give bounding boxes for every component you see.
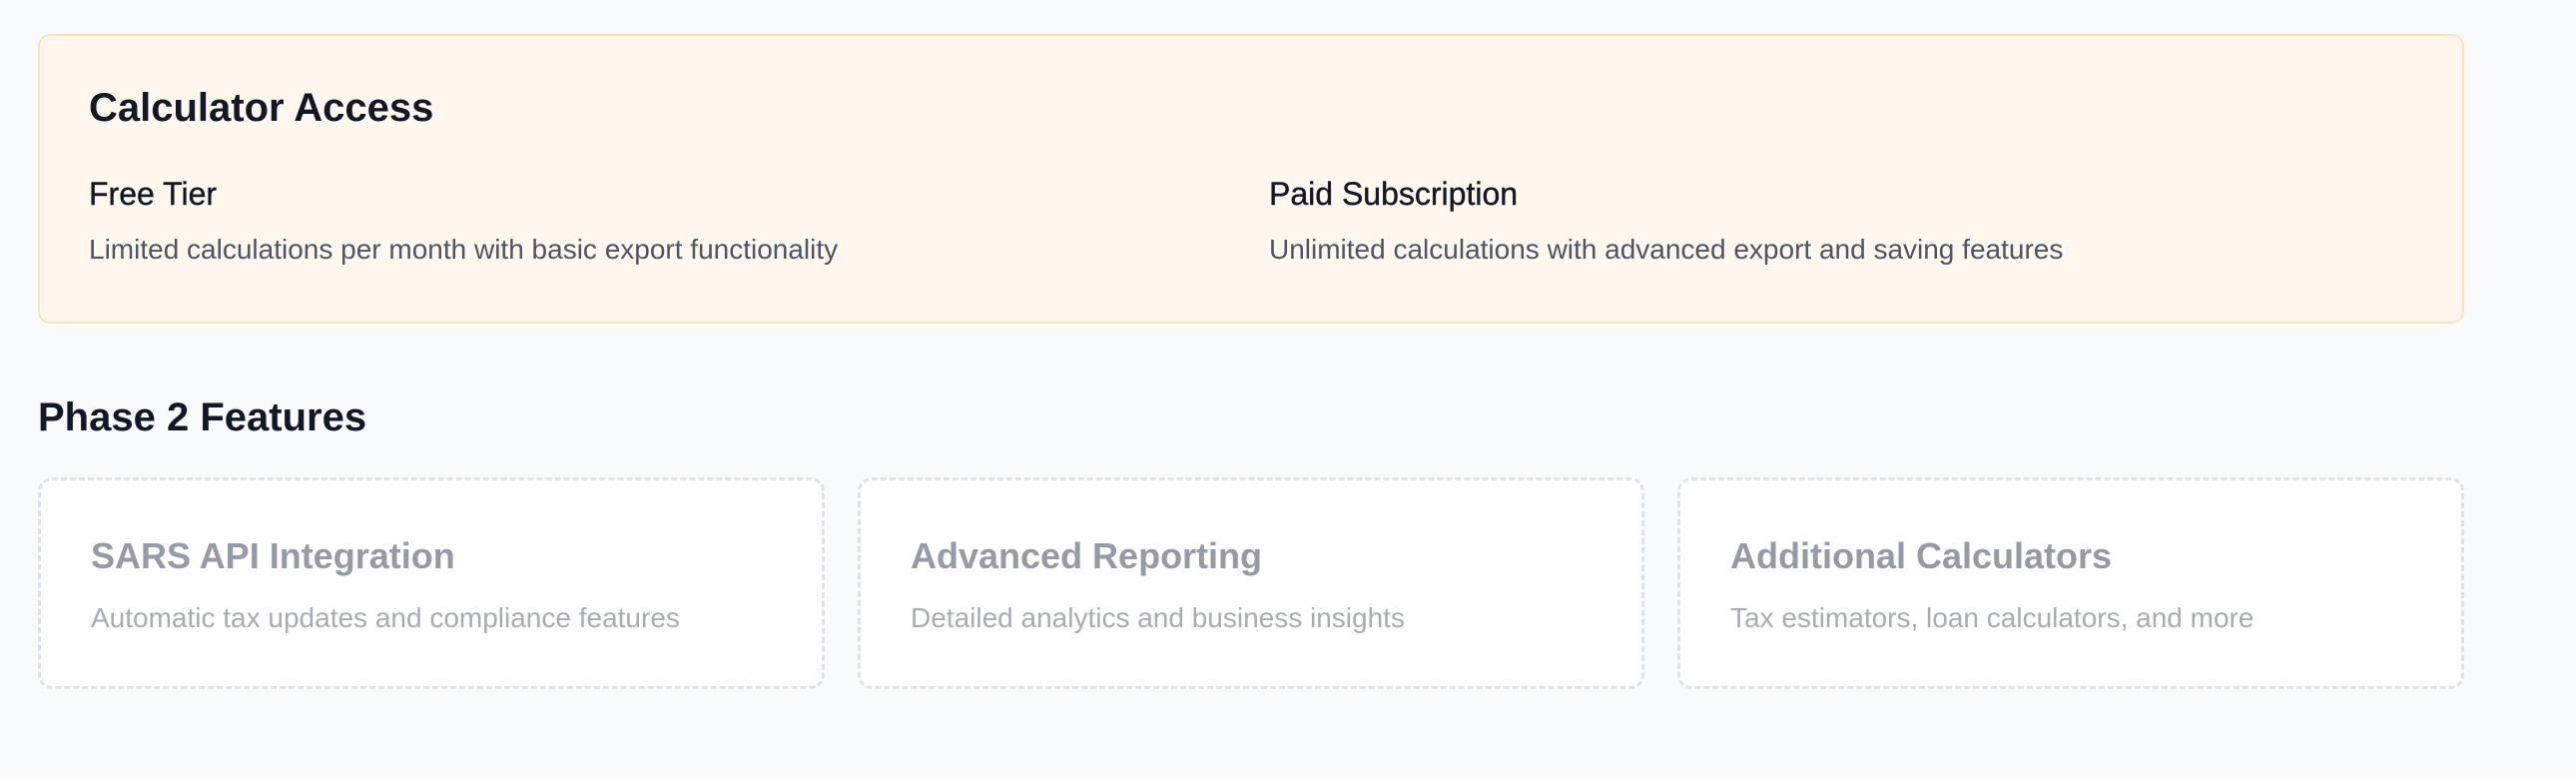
feature-name: SARS API Integration (91, 535, 455, 576)
feature-name: Additional Calculators (1730, 535, 2113, 576)
feature-card-additional-calculators: Additional Calculators Tax estimators, l… (1677, 477, 2464, 689)
feature-description: Detailed analytics and business insights (911, 602, 1405, 633)
free-tier-description: Limited calculations per month with basi… (89, 234, 839, 265)
paid-subscription-name: Paid Subscription (1269, 176, 1519, 212)
free-tier-name: Free Tier (89, 176, 218, 212)
feature-name: Advanced Reporting (911, 535, 1263, 576)
paid-subscription-description: Unlimited calculations with advanced exp… (1269, 234, 2064, 265)
free-tier: Free Tier Limited calculations per month… (89, 178, 838, 264)
phase2-features-title: Phase 2 Features (38, 395, 367, 439)
calculator-access-card: Calculator Access Free Tier Limited calc… (38, 34, 2464, 324)
feature-card-sars-api: SARS API Integration Automatic tax updat… (38, 477, 825, 689)
paid-subscription-tier: Paid Subscription Unlimited calculations… (1269, 176, 2064, 265)
feature-description: Automatic tax updates and compliance fea… (91, 602, 680, 633)
feature-card-advanced-reporting: Advanced Reporting Detailed analytics an… (858, 477, 1644, 689)
calculator-access-title: Calculator Access (89, 86, 434, 130)
feature-description: Tax estimators, loan calculators, and mo… (1730, 602, 2254, 633)
